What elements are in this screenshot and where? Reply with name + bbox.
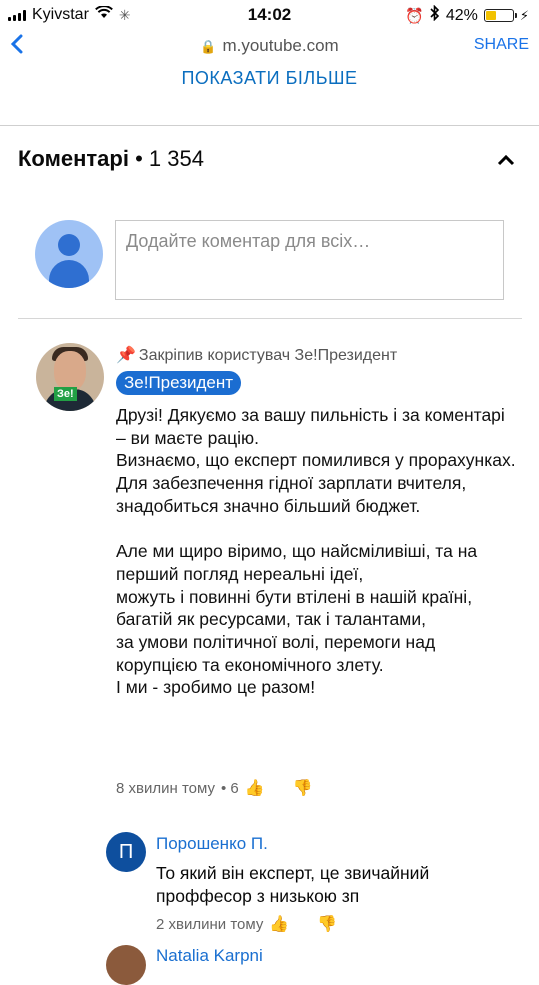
lock-icon: 🔒 [200, 39, 217, 54]
ze-logo: Зе! [54, 387, 77, 401]
comment-time: 8 хвилин тому [116, 779, 215, 797]
divider [0, 125, 539, 126]
comments-count: • 1 354 [135, 146, 204, 171]
reply-avatar[interactable]: П [106, 832, 146, 872]
thumbs-up-icon[interactable]: 👍 [269, 914, 289, 934]
status-right: ⏰ 42% ⚡ [405, 4, 529, 26]
author-avatar[interactable]: Зе! [36, 343, 104, 411]
reply-text: То який він експерт, це звичайний проффе… [156, 863, 430, 906]
battery-icon [483, 9, 517, 22]
chevron-up-icon [497, 154, 515, 166]
show-more-button[interactable]: ПОКАЗАТИ БІЛЬШЕ [0, 68, 539, 89]
alarm-icon: ⏰ [405, 7, 424, 25]
like-count: • 6 [220, 779, 239, 797]
reply-avatar[interactable] [106, 945, 146, 985]
collapse-button[interactable] [497, 150, 515, 171]
thumbs-down-icon[interactable]: 👎 [293, 778, 313, 798]
user-avatar [35, 220, 103, 288]
url-text: m.youtube.com [222, 36, 339, 55]
reply-time: 2 хвилини тому [156, 915, 264, 933]
thumbs-up-icon[interactable]: 👍 [245, 778, 265, 798]
status-bar: Kyivstar ✳ 14:02 ⏰ 42% ⚡ [0, 0, 539, 30]
divider [18, 318, 522, 319]
comment-meta: 8 хвилин тому • 6 👍 👎 [116, 778, 313, 798]
pin-icon: 📌 [116, 347, 136, 364]
reply-author[interactable]: Порошенко П. [156, 834, 268, 854]
comment-text: Друзі! Дякуємо за вашу пильність і за ко… [116, 405, 516, 698]
charging-icon: ⚡ [519, 7, 529, 23]
battery-percent: 42% [445, 6, 478, 24]
reply-author[interactable]: Natalia Karpni [156, 946, 263, 966]
comment-input[interactable]: Додайте коментар для всіх… [115, 220, 504, 300]
comments-header: Коментарі • 1 354 [18, 146, 204, 172]
author-badge[interactable]: Зе!Президент [116, 371, 242, 395]
pinned-label: 📌 Закріпив користувач Зе!Президент [116, 345, 397, 365]
reply-meta: 2 хвилини тому 👍 👎 [156, 914, 337, 934]
bluetooth-icon [430, 4, 440, 26]
pinned-text: Закріпив користувач Зе!Президент [138, 347, 398, 364]
share-button[interactable]: SHARE [474, 36, 529, 54]
url-bar[interactable]: 🔒 m.youtube.com [0, 36, 539, 56]
comments-title: Коментарі [18, 146, 129, 171]
thumbs-down-icon[interactable]: 👎 [317, 914, 337, 934]
